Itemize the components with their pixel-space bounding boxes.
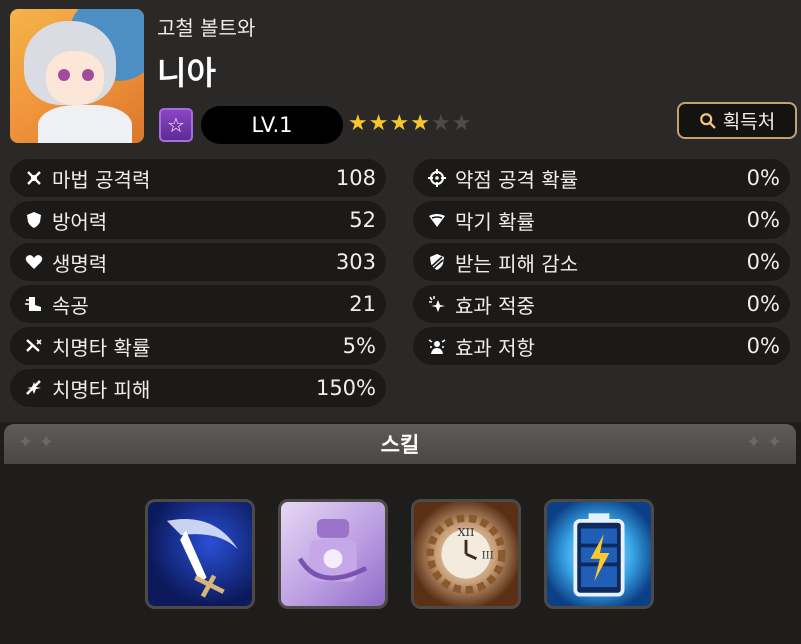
stat-value: 0% (746, 292, 780, 316)
character-info-panel: 고철 볼트와 니아 ☆ LV.1 ★ ★ ★ ★ ★ ★ 획득처 마법 공격력 108 방… (0, 0, 801, 422)
skill-slot-4[interactable] (544, 499, 654, 609)
stat-row: 방어력 52 (10, 201, 386, 239)
star-filled-icon: ★ (348, 111, 368, 136)
stat-row: 생명력 303 (10, 243, 386, 281)
clock-gear-skill-icon: XII III (426, 514, 506, 594)
svg-text:XII: XII (457, 525, 474, 539)
stat-row: 효과 저항 0% (413, 327, 790, 365)
stat-row: 치명타 피해 150% (10, 369, 386, 407)
skill-slot-3[interactable]: XII III (411, 499, 521, 609)
acquire-source-label: 획득처 (722, 111, 776, 133)
character-portrait (10, 9, 144, 143)
decor-icon: ✦ ✦ (746, 432, 782, 453)
level-badge: LV.1 (201, 106, 343, 144)
damage-reduction-icon (425, 250, 449, 274)
stat-label: 받는 피해 감소 (455, 251, 579, 276)
stat-label: 치명타 피해 (52, 377, 151, 402)
battery-skill-icon (573, 513, 625, 597)
stat-value: 0% (746, 250, 780, 274)
crit-damage-icon (22, 376, 46, 400)
blade-skill-icon (166, 519, 238, 598)
block-icon (425, 208, 449, 232)
stat-value: 52 (349, 208, 376, 232)
stat-label: 치명타 확률 (52, 335, 151, 360)
crit-chance-icon (22, 334, 46, 358)
effect-hit-icon (425, 292, 449, 316)
stat-row: 마법 공격력 108 (10, 159, 386, 197)
stat-row: 약점 공격 확률 0% (413, 159, 790, 197)
stat-label: 방어력 (52, 209, 108, 234)
summon-skill-icon (297, 519, 368, 582)
star-filled-icon: ★ (389, 111, 410, 136)
acquire-source-button[interactable]: 획득처 (677, 102, 797, 139)
magic-attack-icon (22, 166, 46, 190)
stat-label: 효과 적중 (455, 293, 535, 318)
stat-value: 0% (746, 208, 780, 232)
character-subtitle: 고철 볼트와 (157, 16, 256, 40)
stat-label: 생명력 (52, 251, 108, 276)
skill-slot-1[interactable] (145, 499, 255, 609)
skills-panel: XII III (0, 464, 801, 644)
boot-icon (22, 292, 46, 316)
crosshair-icon (425, 166, 449, 190)
star-filled-icon: ★ (368, 111, 389, 136)
effect-resist-icon (425, 334, 449, 358)
stat-value: 303 (335, 250, 376, 274)
stat-value: 0% (746, 166, 780, 190)
stat-value: 21 (349, 292, 376, 316)
stat-value: 108 (335, 166, 376, 190)
stat-row: 치명타 확률 5% (10, 327, 386, 365)
stat-row: 효과 적중 0% (413, 285, 790, 323)
skills-header: ✦ ✦ 스킬 ✦ ✦ (4, 424, 796, 464)
star-grade-icon: ☆ (159, 108, 193, 142)
shield-icon (22, 208, 46, 232)
heart-icon (22, 250, 46, 274)
decor-icon: ✦ ✦ (18, 432, 54, 453)
star-empty-icon: ★ (451, 111, 472, 136)
stat-value: 5% (342, 334, 376, 358)
star-filled-icon: ★ (410, 111, 430, 136)
search-icon (699, 112, 716, 128)
stat-row: 막기 확률 0% (413, 201, 790, 239)
character-name: 니아 (157, 54, 216, 92)
stat-label: 효과 저항 (455, 335, 535, 360)
stat-value: 0% (746, 334, 780, 358)
star-empty-icon: ★ (430, 111, 451, 136)
stat-row: 받는 피해 감소 0% (413, 243, 790, 281)
svg-text:III: III (482, 550, 494, 562)
star-rating: ★ ★ ★ ★ ★ ★ (348, 112, 471, 136)
stat-label: 약점 공격 확률 (455, 167, 579, 192)
stat-value: 150% (315, 376, 376, 400)
stat-label: 마법 공격력 (52, 167, 151, 192)
stat-label: 속공 (52, 293, 89, 318)
stat-row: 속공 21 (10, 285, 386, 323)
skill-slot-2[interactable] (278, 499, 388, 609)
skills-title: 스킬 (380, 433, 420, 457)
stat-label: 막기 확률 (455, 209, 535, 234)
